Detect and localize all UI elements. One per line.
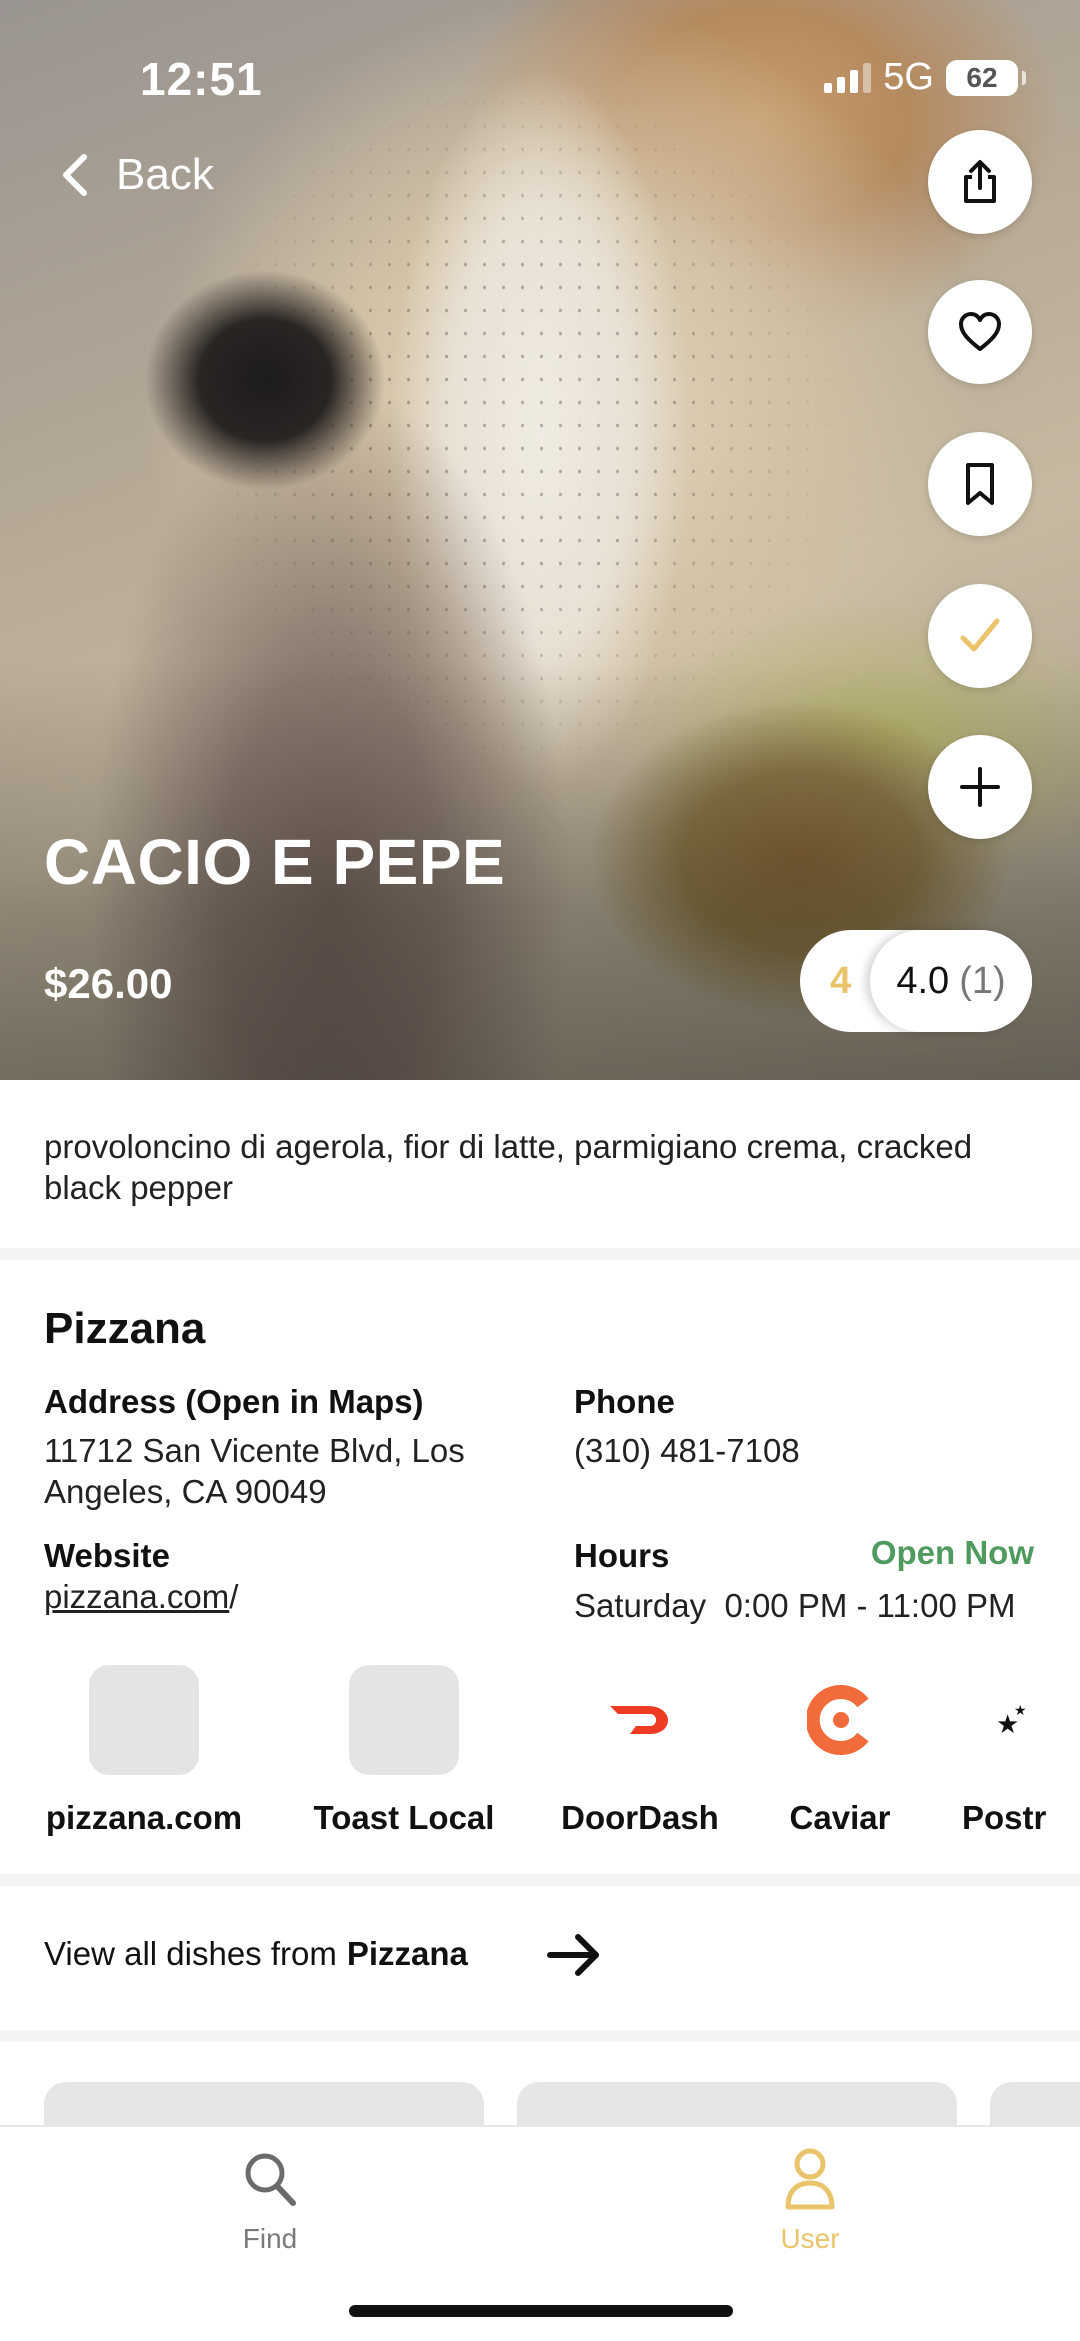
website-link[interactable]: pizzana.com bbox=[44, 1578, 229, 1615]
divider bbox=[0, 1248, 1080, 1260]
hours-label: Hours bbox=[574, 1537, 670, 1574]
open-status: Open Now bbox=[870, 1534, 1034, 1571]
dish-description: provoloncino di agerola, fior di latte, … bbox=[44, 1128, 973, 1206]
service-name: Postr bbox=[962, 1799, 1047, 1836]
service-toast-local[interactable]: Toast Local bbox=[304, 1665, 504, 1837]
home-indicator bbox=[349, 2305, 733, 2317]
rating-average: 4.0 bbox=[896, 959, 950, 1002]
plus-icon bbox=[960, 767, 1000, 807]
user-rating: 4 bbox=[830, 960, 852, 1002]
share-button[interactable] bbox=[928, 130, 1032, 234]
arrow-right-icon bbox=[547, 1934, 599, 1976]
address-value[interactable]: 11712 San Vicente Blvd, Los Angeles, CA … bbox=[44, 1430, 465, 1512]
pizzana-logo-icon bbox=[89, 1665, 199, 1775]
service-name: Caviar bbox=[789, 1799, 891, 1836]
battery-level: 62 bbox=[966, 61, 998, 93]
like-button[interactable] bbox=[928, 280, 1032, 384]
view-all-dishes-link[interactable]: View all dishes from Pizzana bbox=[44, 1934, 599, 1976]
rating-pill[interactable]: 4 4.0 (1) bbox=[800, 930, 1032, 1032]
tab-user[interactable]: User bbox=[710, 2147, 910, 2255]
battery-icon: 62 bbox=[946, 59, 1026, 96]
service-name: pizzana.com bbox=[45, 1799, 243, 1836]
address-line-1: 11712 San Vicente Blvd, Los bbox=[44, 1432, 465, 1469]
view-all-restaurant: Pizzana bbox=[346, 1935, 468, 1972]
service-pizzana[interactable]: pizzana.com bbox=[44, 1665, 244, 1837]
hours-day: Saturday bbox=[574, 1587, 707, 1624]
network-type: 5G bbox=[883, 56, 934, 98]
service-doordash[interactable]: DoorDash bbox=[550, 1665, 730, 1837]
heart-icon bbox=[959, 312, 1001, 351]
status-indicators: 5G 62 bbox=[824, 56, 1026, 99]
doordash-logo-icon bbox=[585, 1665, 695, 1775]
search-icon bbox=[245, 2153, 296, 2206]
user-icon bbox=[785, 2148, 835, 2210]
tab-user-label: User bbox=[780, 2223, 840, 2254]
restaurant-name: Pizzana bbox=[44, 1304, 206, 1353]
service-postmates[interactable]: ★ ★ Postr bbox=[958, 1665, 1080, 1837]
caviar-logo-icon bbox=[785, 1665, 895, 1775]
check-icon bbox=[960, 618, 1000, 652]
website-label: Website bbox=[44, 1537, 170, 1574]
bookmark-icon bbox=[966, 463, 994, 505]
hours-time: 0:00 PM - 11:00 PM bbox=[724, 1587, 1016, 1624]
share-icon bbox=[964, 160, 996, 203]
tab-find-label: Find bbox=[242, 2223, 298, 2254]
signal-icon bbox=[824, 62, 872, 93]
svg-text:★: ★ bbox=[1014, 1703, 1027, 1719]
chevron-left-icon bbox=[63, 154, 87, 196]
phone-value[interactable]: (310) 481-7108 bbox=[574, 1430, 800, 1471]
save-button[interactable] bbox=[928, 432, 1032, 536]
mark-tried-button[interactable] bbox=[928, 584, 1032, 688]
average-rating: 4.0 (1) bbox=[870, 930, 1032, 1032]
address-label[interactable]: Address (Open in Maps) bbox=[44, 1383, 424, 1421]
website-suffix: / bbox=[229, 1578, 239, 1615]
phone-label: Phone bbox=[574, 1383, 675, 1420]
website-value[interactable]: pizzana.com/ bbox=[44, 1576, 238, 1617]
address-line-2: Angeles, CA 90049 bbox=[44, 1473, 327, 1510]
dish-title: CACIO E PEPE bbox=[44, 826, 506, 898]
back-label: Back bbox=[116, 150, 214, 199]
service-name: DoorDash bbox=[561, 1799, 719, 1836]
status-time: 12:51 bbox=[140, 53, 263, 105]
ordering-services: pizzana.com Toast Local DoorDash Caviar … bbox=[0, 1665, 1080, 1855]
postmates-logo-icon: ★ ★ bbox=[958, 1665, 1036, 1775]
toast-logo-icon bbox=[349, 1665, 459, 1775]
service-name: Toast Local bbox=[313, 1799, 495, 1836]
divider bbox=[0, 1874, 1080, 1886]
rating-count: (1) bbox=[959, 959, 1006, 1002]
add-button[interactable] bbox=[928, 735, 1032, 839]
divider bbox=[0, 2030, 1080, 2042]
view-all-prefix: View all dishes from bbox=[44, 1935, 337, 1972]
tab-find[interactable]: Find bbox=[170, 2147, 370, 2255]
hours-value: Saturday 0:00 PM - 11:00 PM bbox=[574, 1585, 1015, 1626]
back-button[interactable]: Back bbox=[60, 150, 214, 200]
dish-price: $26.00 bbox=[44, 960, 173, 1007]
service-caviar[interactable]: Caviar bbox=[770, 1665, 910, 1837]
